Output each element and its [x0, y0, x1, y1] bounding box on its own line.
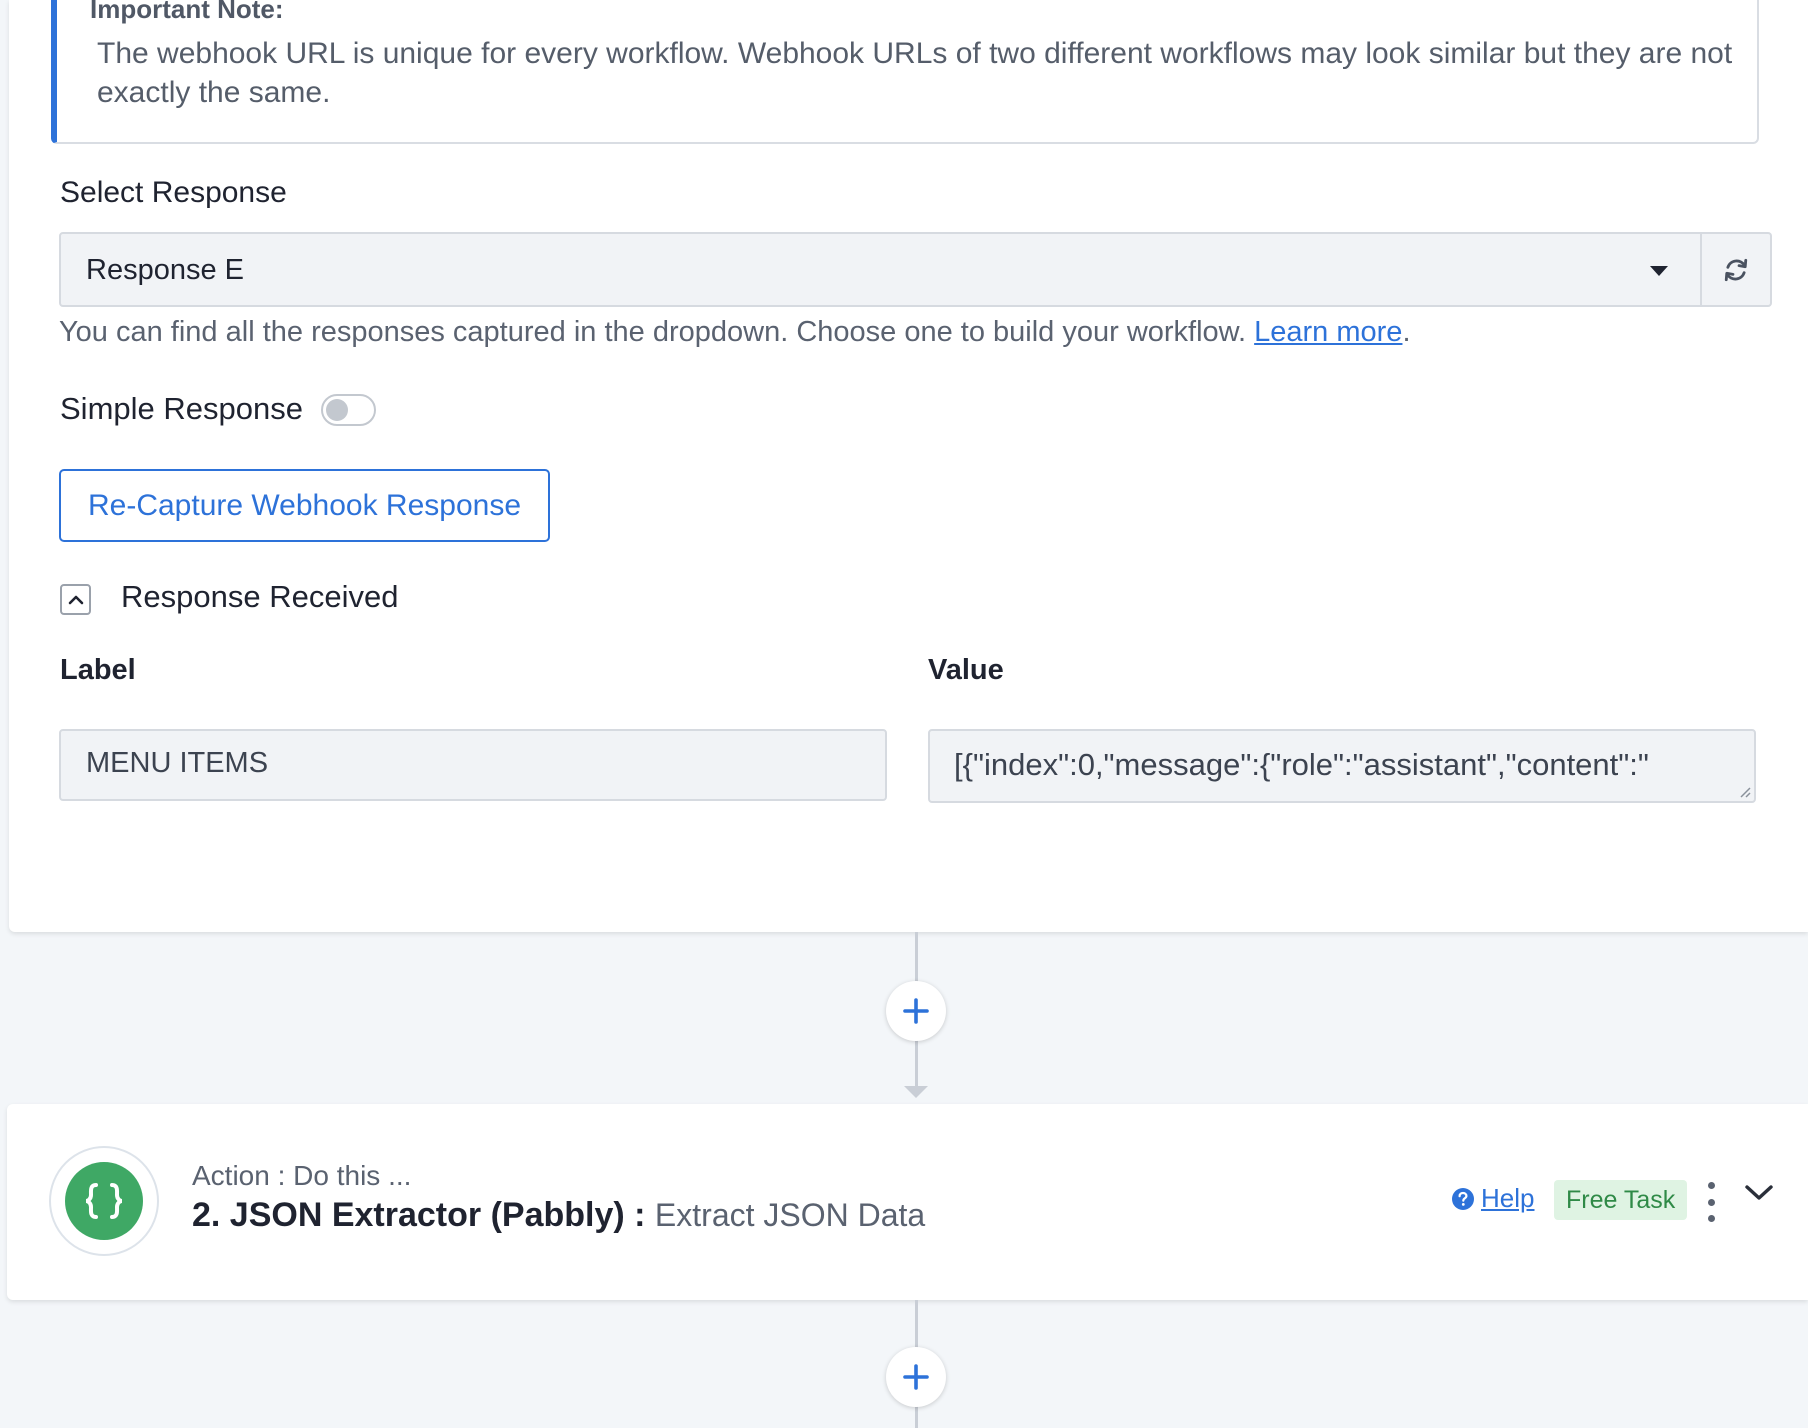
select-response-helper: You can find all the responses captured … [59, 316, 1411, 349]
recapture-webhook-button[interactable]: Re-Capture Webhook Response [59, 469, 550, 542]
connector-arrow-icon [904, 1086, 928, 1098]
response-select[interactable]: Response E [59, 232, 1702, 307]
help-link-text: Help [1481, 1183, 1535, 1213]
free-task-badge: Free Task [1554, 1180, 1688, 1220]
response-value-text: [{"index":0,"message":{"role":"assistant… [954, 747, 1649, 782]
chevron-up-icon [68, 595, 83, 604]
refresh-icon [1724, 258, 1748, 281]
more-options-icon[interactable] [1703, 1182, 1719, 1222]
action-app-name: 2. JSON Extractor (Pabbly) : [192, 1196, 646, 1234]
helper-suffix: . [1402, 316, 1411, 348]
action-title: 2. JSON Extractor (Pabbly) : Extract JSO… [192, 1196, 925, 1235]
response-received-title: Response Received [121, 579, 399, 614]
chevron-down-icon[interactable] [1744, 1182, 1774, 1204]
response-select-value: Response E [86, 254, 244, 286]
label-column-header: Label [60, 654, 136, 686]
plus-icon [903, 1364, 929, 1390]
toggle-knob [326, 399, 348, 421]
simple-response-toggle[interactable] [321, 394, 376, 426]
select-response-label: Select Response [60, 176, 287, 209]
resize-grip-icon[interactable] [1739, 786, 1751, 798]
add-step-button[interactable] [886, 981, 946, 1041]
question-circle-icon [1452, 1187, 1474, 1210]
response-value-field[interactable]: [{"index":0,"message":{"role":"assistant… [928, 729, 1756, 803]
refresh-responses-button[interactable] [1702, 232, 1772, 307]
action-event-name: Extract JSON Data [654, 1197, 926, 1233]
action-subtitle: Action : Do this ... [192, 1160, 412, 1191]
collapse-response-button[interactable] [60, 584, 91, 615]
helper-text: You can find all the responses captured … [59, 316, 1247, 348]
response-label-field[interactable]: MENU ITEMS [59, 729, 887, 801]
caret-down-icon [1650, 266, 1668, 276]
help-link[interactable]: Help [1451, 1183, 1534, 1214]
note-text: The webhook URL is unique for every work… [97, 37, 1733, 109]
learn-more-link[interactable]: Learn more [1254, 316, 1402, 348]
note-title: Important Note: [90, 0, 284, 24]
plus-icon [903, 998, 929, 1024]
simple-response-label: Simple Response [60, 391, 303, 426]
add-step-button-2[interactable] [886, 1347, 946, 1407]
curly-braces-icon [65, 1162, 143, 1240]
value-column-header: Value [928, 654, 1004, 686]
app-icon-wrapper [49, 1146, 159, 1256]
